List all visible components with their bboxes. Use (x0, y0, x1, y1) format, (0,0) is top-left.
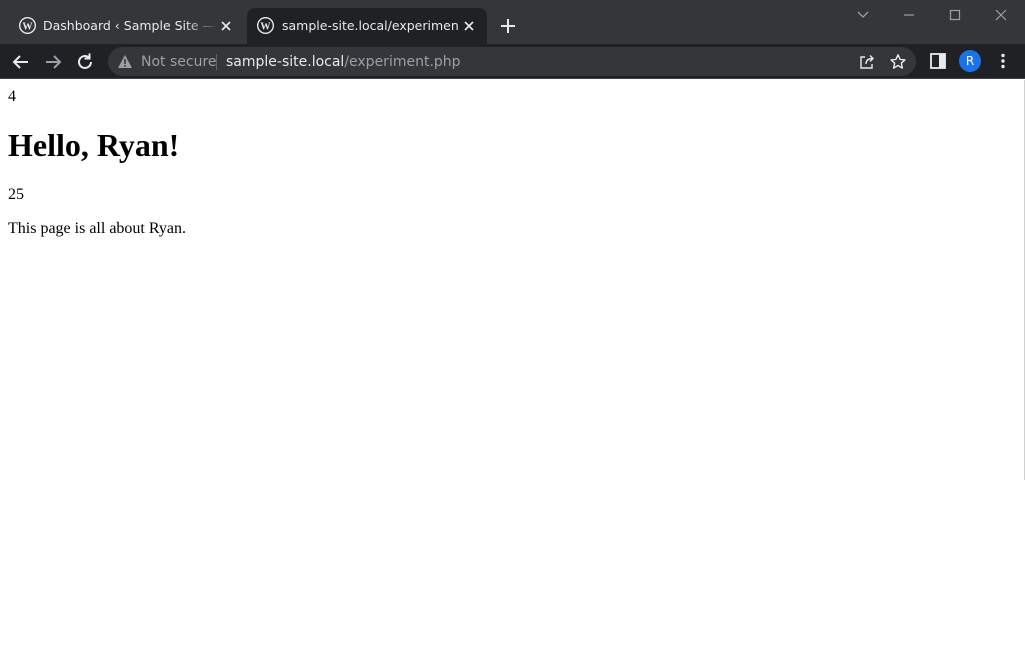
security-label[interactable]: Not secure (141, 54, 217, 70)
tab-search-chevron-icon[interactable] (851, 6, 875, 24)
url-text[interactable]: sample-site.local/experiment.php (226, 54, 461, 70)
tab-experiment[interactable]: W sample-site.local/experiment.php (247, 8, 487, 44)
more-menu-icon[interactable] (993, 51, 1013, 71)
tab-title: Dashboard ‹ Sample Site — WordPress (43, 18, 219, 33)
side-panel-icon[interactable] (928, 51, 948, 71)
tab-strip: W Dashboard ‹ Sample Site — WordPress W … (0, 0, 1025, 44)
browser-toolbar: Not secure sample-site.local/experiment.… (0, 44, 1025, 79)
share-icon[interactable] (858, 53, 876, 71)
tab-title: sample-site.local/experiment.php (282, 18, 458, 33)
wordpress-icon: W (257, 17, 274, 34)
svg-text:W: W (260, 21, 271, 32)
address-bar[interactable]: Not secure sample-site.local/experiment.… (108, 47, 916, 76)
warning-icon[interactable] (117, 54, 133, 69)
new-tab-icon[interactable] (498, 16, 518, 36)
age-paragraph: 25 (8, 186, 24, 203)
page-heading: Hello, Ryan! (8, 127, 180, 163)
reload-icon[interactable] (74, 51, 96, 73)
url-host: sample-site.local (226, 54, 345, 70)
close-icon[interactable] (218, 18, 234, 34)
close-icon[interactable] (461, 18, 477, 34)
minimize-icon[interactable] (897, 6, 921, 24)
back-icon[interactable] (10, 51, 32, 73)
window-close-icon[interactable] (989, 6, 1013, 24)
page-viewport: 4 Hello, Ryan! 25 This page is all about… (0, 80, 1025, 667)
wordpress-icon: W (19, 17, 36, 34)
bookmark-star-icon[interactable] (889, 53, 907, 71)
number-output: 4 (8, 88, 16, 105)
description-paragraph: This page is all about Ryan. (8, 220, 186, 237)
forward-icon[interactable] (42, 51, 64, 73)
address-separator (216, 54, 217, 70)
profile-avatar[interactable]: R (959, 50, 981, 72)
svg-text:W: W (22, 21, 33, 32)
tab-dashboard[interactable]: W Dashboard ‹ Sample Site — WordPress (8, 8, 244, 44)
maximize-icon[interactable] (943, 6, 967, 24)
url-path: /experiment.php (344, 54, 461, 70)
